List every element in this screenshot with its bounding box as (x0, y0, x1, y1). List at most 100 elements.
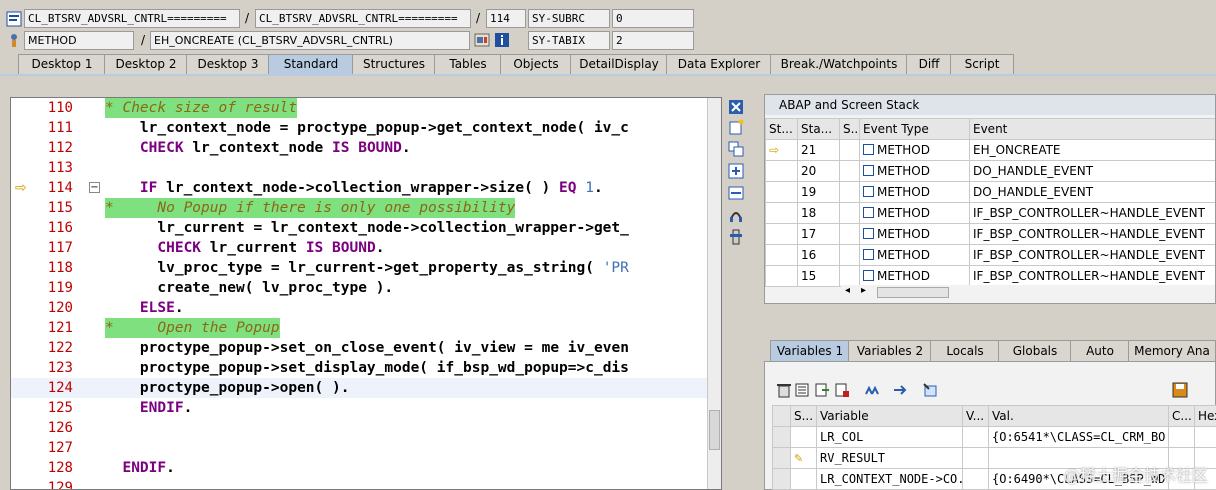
row-selector[interactable] (772, 447, 791, 469)
line-number[interactable]: 119 (11, 278, 73, 298)
code-line[interactable]: 121 * Open the Popup (11, 318, 711, 338)
code-line[interactable]: 118 lv_proc_type = lr_current->get_prope… (11, 258, 711, 278)
column-header[interactable]: C... (1168, 405, 1195, 427)
column-header[interactable]: V... (962, 405, 989, 427)
tab-detail-display[interactable]: DetailDisplay (570, 54, 668, 74)
stack-row[interactable]: 15 METHOD IF_BSP_CONTROLLER~HANDLE_EVENT (765, 265, 1215, 287)
tab-memory-analysis[interactable]: Memory Ana (1128, 340, 1216, 361)
column-header[interactable]: St... (765, 118, 798, 140)
expand-icon[interactable] (864, 382, 880, 398)
import-icon[interactable] (814, 382, 830, 398)
scroll-right-icon[interactable]: ▸ (861, 285, 866, 296)
line-number[interactable]: 123 (11, 358, 73, 378)
stack-row[interactable]: 16 METHOD IF_BSP_CONTROLLER~HANDLE_EVENT (765, 244, 1215, 266)
code-line[interactable]: 125 ENDIF. (11, 398, 711, 418)
line-number[interactable]: 115 (11, 198, 73, 218)
list-icon[interactable] (794, 382, 810, 398)
tab-diff[interactable]: Diff (906, 54, 952, 74)
save-icon[interactable] (1172, 382, 1188, 398)
line-number[interactable]: 122 (11, 338, 73, 358)
stack-row[interactable]: 19 METHOD DO_HANDLE_EVENT (765, 181, 1215, 203)
code-line[interactable]: 127 (11, 438, 711, 458)
column-header[interactable]: Val. (988, 405, 1169, 427)
stack-table[interactable]: St... Sta... S... Event Type Event ⇨ 21 ME… (765, 118, 1215, 287)
split-icon[interactable] (728, 185, 744, 201)
variable-row[interactable]: LR_COL {O:6541*\CLASS=CL_CRM_BO... (772, 426, 1216, 448)
new-tool-icon[interactable] (728, 119, 744, 135)
stack-row[interactable]: ⇨ 21 METHOD EH_ONCREATE (765, 139, 1215, 161)
column-header[interactable]: S... (790, 405, 817, 427)
column-header[interactable]: Event Type (859, 118, 970, 140)
code-line[interactable]: 124 proctype_popup->open( ). (11, 378, 711, 398)
tab-break-watchpoints[interactable]: Break./Watchpoints (770, 54, 908, 74)
line-number-field[interactable]: 114 (486, 9, 526, 28)
line-number[interactable]: 127 (11, 438, 73, 458)
line-number[interactable]: 121 (11, 318, 73, 338)
tab-structures[interactable]: Structures (352, 54, 436, 74)
code-line[interactable]: 110 * Check size of result (11, 98, 711, 118)
detail-icon[interactable] (922, 382, 938, 398)
code-line[interactable]: 117 CHECK lr_current IS BOUND. (11, 238, 711, 258)
info-icon[interactable] (494, 32, 510, 48)
line-number[interactable]: 113 (11, 158, 73, 178)
line-number[interactable]: 128 (11, 458, 73, 478)
line-number[interactable]: 110 (11, 98, 73, 118)
line-number[interactable]: 111 (11, 118, 73, 138)
delete-icon[interactable] (776, 382, 792, 398)
line-number[interactable]: 118 (11, 258, 73, 278)
tab-desktop-2[interactable]: Desktop 2 (104, 54, 188, 74)
tab-globals[interactable]: Globals (998, 340, 1072, 361)
line-number[interactable]: 124 (11, 378, 73, 398)
code-line[interactable]: 119 create_new( lv_proc_type ). (11, 278, 711, 298)
tab-variables-1[interactable]: Variables 1 (770, 340, 850, 361)
code-line[interactable]: 116 lr_current = lr_context_node->collec… (11, 218, 711, 238)
column-header[interactable]: Sta... (797, 118, 840, 140)
line-number[interactable]: 120 (11, 298, 73, 318)
code-line[interactable]: 126 (11, 418, 711, 438)
display-object-icon[interactable] (474, 32, 490, 48)
program-field-1[interactable]: CL_BTSRV_ADVSRL_CNTRL========= (24, 9, 240, 28)
code-line[interactable]: 122 proctype_popup->set_on_close_event( … (11, 338, 711, 358)
sy-tabix-value[interactable]: 2 (612, 31, 694, 50)
close-icon[interactable] (728, 99, 744, 115)
code-line[interactable]: 128 ENDIF. (11, 458, 711, 478)
tab-auto[interactable]: Auto (1070, 340, 1130, 361)
tab-standard[interactable]: Standard (268, 54, 354, 74)
maximize-icon[interactable] (728, 163, 744, 179)
collapse-block-icon[interactable]: − (89, 182, 100, 193)
tab-objects[interactable]: Objects (500, 54, 572, 74)
swap-tool-icon[interactable] (728, 141, 744, 157)
scroll-left-icon[interactable]: ◂ (845, 285, 850, 296)
column-header[interactable]: Event (969, 118, 1215, 140)
code-line[interactable]: 112 CHECK lr_context_node IS BOUND. (11, 138, 711, 158)
line-number[interactable]: 116 (11, 218, 73, 238)
stack-horizontal-scrollbar[interactable]: ◂ ▸ (841, 285, 1215, 301)
stack-row[interactable]: 20 METHOD DO_HANDLE_EVENT (765, 160, 1215, 182)
code-line[interactable]: 123 proctype_popup->set_display_mode( if… (11, 358, 711, 378)
code-line[interactable]: 129 (11, 478, 711, 489)
row-selector[interactable] (772, 468, 791, 490)
line-number[interactable]: 126 (11, 418, 73, 438)
tab-desktop-3[interactable]: Desktop 3 (186, 54, 270, 74)
code-line[interactable]: ⇨ −114 IF lr_context_node->collection_wra… (11, 178, 711, 198)
line-number[interactable]: 129 (11, 478, 73, 489)
code-line[interactable]: 111 lr_context_node = proctype_popup->ge… (11, 118, 711, 138)
tab-data-explorer[interactable]: Data Explorer (666, 54, 772, 74)
column-header[interactable]: Variable (816, 405, 963, 427)
column-header[interactable]: S... (839, 118, 860, 140)
code-line[interactable]: 120 ELSE. (11, 298, 711, 318)
line-number[interactable]: 114 (11, 178, 73, 198)
tab-locals[interactable]: Locals (930, 340, 1000, 361)
tab-variables-2[interactable]: Variables 2 (848, 340, 932, 361)
settings-icon[interactable] (728, 229, 744, 245)
sy-subrc-value[interactable]: 0 (612, 9, 694, 28)
program-field-2[interactable]: CL_BTSRV_ADVSRL_CNTRL========= (255, 9, 471, 28)
services-icon[interactable] (728, 207, 744, 223)
source-code-editor[interactable]: 110 * Check size of result 111 lr_context_… (10, 97, 722, 490)
export-icon[interactable] (834, 382, 850, 398)
stack-row[interactable]: 18 METHOD IF_BSP_CONTROLLER~HANDLE_EVENT (765, 202, 1215, 224)
line-number[interactable]: 125 (11, 398, 73, 418)
tab-desktop-1[interactable]: Desktop 1 (18, 54, 106, 74)
code-line[interactable]: 113 (11, 158, 711, 178)
edit-icon[interactable]: ✎ (794, 452, 803, 465)
